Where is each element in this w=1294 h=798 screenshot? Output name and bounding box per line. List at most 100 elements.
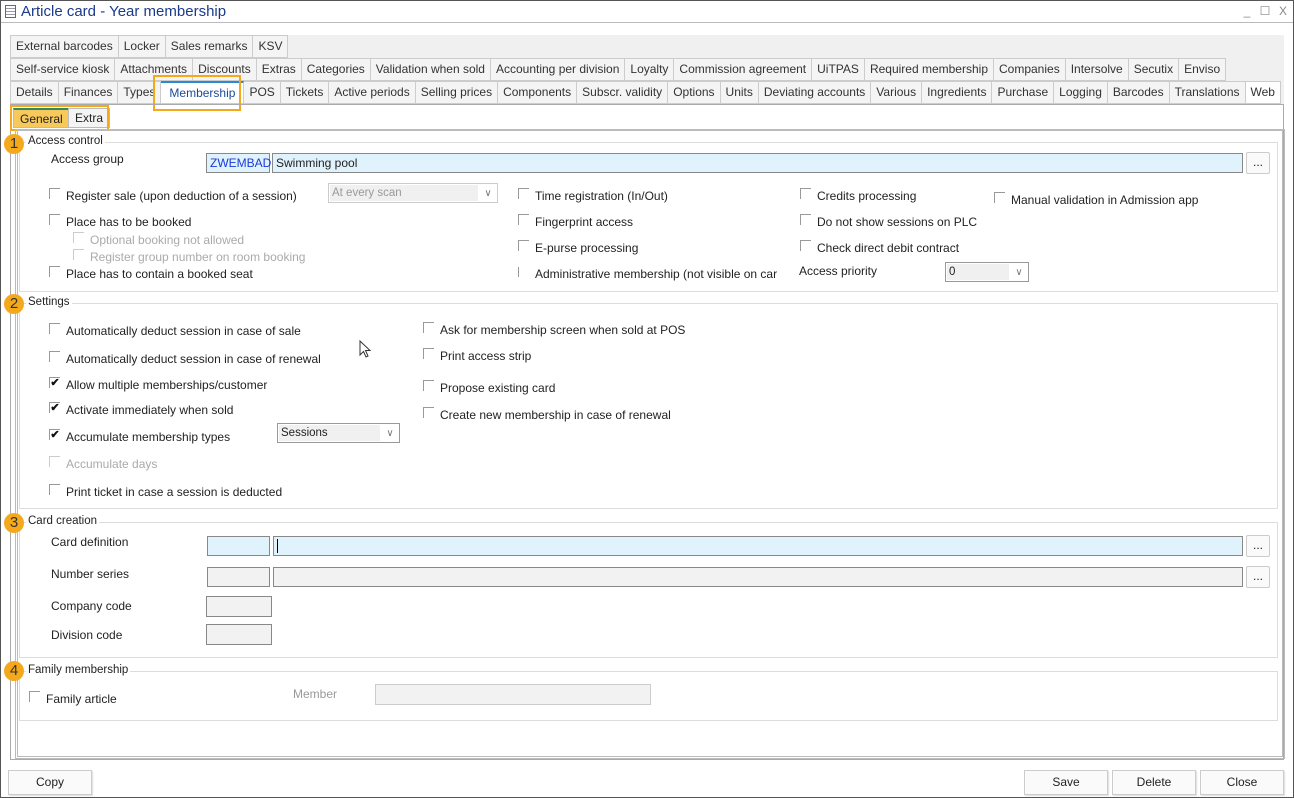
tab-deviating-accounts[interactable]: Deviating accounts (758, 81, 872, 104)
tab-logging[interactable]: Logging (1054, 81, 1108, 104)
tab-ingredients[interactable]: Ingredients (922, 81, 993, 104)
family-membership-title: Family membership (26, 664, 131, 676)
tab-purchase[interactable]: Purchase (992, 81, 1055, 104)
tab-sales-remarks[interactable]: Sales remarks (165, 35, 254, 58)
accumulate-types-select[interactable]: Sessions ∨ (277, 423, 400, 443)
access-priority-select[interactable]: 0 ∨ (945, 262, 1029, 282)
tab-accounting-per-division[interactable]: Accounting per division (490, 58, 626, 81)
no-sessions-plc-checkbox[interactable]: Do not show sessions on PLC (800, 213, 977, 229)
family-article-checkbox[interactable]: Family article (29, 690, 117, 706)
checkbox-icon (423, 347, 434, 359)
member-input (375, 684, 651, 705)
tab-finances[interactable]: Finances (58, 81, 119, 104)
checkbox-icon (49, 213, 60, 225)
tab-barcodes[interactable]: Barcodes (1107, 81, 1170, 104)
maximize-button[interactable]: ☐ (1257, 4, 1273, 18)
tab-active-periods[interactable]: Active periods (329, 81, 416, 104)
card-definition-name-input[interactable] (273, 536, 1243, 556)
accumulate-types-checkbox[interactable]: ✔ Accumulate membership types (49, 428, 230, 444)
print-ticket-checkbox[interactable]: Print ticket in case a session is deduct… (49, 483, 282, 499)
checkbox-icon (49, 322, 60, 334)
division-code-input[interactable] (206, 624, 272, 645)
access-priority-label: Access priority (799, 264, 878, 278)
allow-multiple-checkbox[interactable]: ✔ Allow multiple memberships/customer (49, 376, 268, 392)
tab-required-membership[interactable]: Required membership (864, 58, 994, 81)
company-code-label: Company code (51, 599, 132, 613)
checkbox-label: Register sale (upon deduction of a sessi… (66, 189, 297, 203)
direct-debit-checkbox[interactable]: Check direct debit contract (800, 239, 959, 255)
tab-details[interactable]: Details (10, 81, 59, 104)
card-definition-browse-button[interactable]: ... (1246, 535, 1270, 557)
copy-button[interactable]: Copy (8, 770, 92, 795)
tab-web[interactable]: Web (1245, 81, 1281, 104)
checkbox-label: Allow multiple memberships/customer (66, 378, 268, 392)
time-registration-checkbox[interactable]: Time registration (In/Out) (518, 187, 668, 203)
print-strip-checkbox[interactable]: Print access strip (423, 347, 531, 363)
subtab-highlight (10, 105, 109, 131)
tab-loyalty[interactable]: Loyalty (625, 58, 675, 81)
tab-external-barcodes[interactable]: External barcodes (10, 35, 119, 58)
administrative-checkbox[interactable]: Administrative membership (not visible o… (518, 267, 798, 281)
checkbox-icon: ✔ (49, 401, 60, 414)
ask-screen-checkbox[interactable]: Ask for membership screen when sold at P… (423, 321, 685, 337)
tab-commission-agreement[interactable]: Commission agreement (674, 58, 813, 81)
register-sale-select[interactable]: At every scan ∨ (328, 183, 498, 203)
checkbox-label: Automatically deduct session in case of … (66, 324, 301, 338)
tab-selling-prices[interactable]: Selling prices (415, 81, 499, 104)
window-title: Article card - Year membership (21, 3, 227, 20)
close-window-button[interactable]: X (1275, 4, 1291, 18)
tab-uitpas[interactable]: UiTPAS (812, 58, 865, 81)
tab-extras[interactable]: Extras (256, 58, 302, 81)
checkbox-icon (49, 455, 60, 467)
minimize-button[interactable]: _ (1239, 4, 1255, 18)
register-sale-checkbox[interactable]: Register sale (upon deduction of a sessi… (49, 187, 297, 203)
propose-card-checkbox[interactable]: Propose existing card (423, 379, 555, 395)
tab-self-service-kiosk[interactable]: Self-service kiosk (10, 58, 116, 81)
tab-secutix[interactable]: Secutix (1128, 58, 1180, 81)
tab-tickets[interactable]: Tickets (280, 81, 330, 104)
tab-locker[interactable]: Locker (118, 35, 166, 58)
checkbox-label: Place has to be booked (66, 215, 192, 229)
tab-components[interactable]: Components (498, 81, 578, 104)
fingerprint-checkbox[interactable]: Fingerprint access (518, 213, 633, 229)
tab-categories[interactable]: Categories (301, 58, 371, 81)
checkbox-icon (423, 406, 434, 418)
tab-row-1: External barcodes Locker Sales remarks KSV (10, 35, 289, 58)
access-group-code-input[interactable]: ZWEMBAD (206, 153, 271, 173)
access-group-name-input[interactable]: Swimming pool (272, 153, 1243, 173)
tab-pos[interactable]: POS (244, 81, 281, 104)
access-group-browse-button[interactable]: ... (1246, 152, 1270, 174)
card-definition-code-input[interactable] (207, 536, 270, 556)
save-button[interactable]: Save (1024, 770, 1108, 795)
tab-translations[interactable]: Translations (1169, 81, 1246, 104)
tab-units[interactable]: Units (720, 81, 759, 104)
company-code-input[interactable] (206, 596, 272, 617)
tab-validation-when-sold[interactable]: Validation when sold (370, 58, 491, 81)
tab-subscr-validity[interactable]: Subscr. validity (577, 81, 669, 104)
checkbox-label: Administrative membership (not visible o… (535, 267, 778, 281)
manual-validation-checkbox[interactable]: Manual validation in Admission app (994, 191, 1198, 207)
tab-various[interactable]: Various (871, 81, 923, 104)
credits-checkbox[interactable]: Credits processing (800, 187, 916, 203)
tab-ksv[interactable]: KSV (253, 35, 289, 58)
number-series-name-input[interactable] (273, 567, 1243, 587)
auto-deduct-sale-checkbox[interactable]: Automatically deduct session in case of … (49, 322, 301, 338)
tab-intersolve[interactable]: Intersolve (1065, 58, 1129, 81)
tab-enviso[interactable]: Enviso (1179, 58, 1227, 81)
number-series-code-input[interactable] (207, 567, 270, 587)
tab-companies[interactable]: Companies (994, 58, 1066, 81)
booked-seat-checkbox[interactable]: Place has to contain a booked seat (49, 265, 253, 281)
tab-options[interactable]: Options (668, 81, 721, 104)
activate-immediately-checkbox[interactable]: ✔ Activate immediately when sold (49, 401, 233, 417)
create-new-checkbox[interactable]: Create new membership in case of renewal (423, 406, 671, 422)
checkbox-icon (49, 483, 60, 495)
checkbox-icon (518, 239, 529, 251)
place-booked-checkbox[interactable]: Place has to be booked (49, 213, 192, 229)
close-button[interactable]: Close (1200, 770, 1284, 795)
checkbox-label: Automatically deduct session in case of … (66, 352, 321, 366)
auto-deduct-renewal-checkbox[interactable]: Automatically deduct session in case of … (49, 350, 321, 366)
number-series-browse-button[interactable]: ... (1246, 566, 1270, 588)
delete-button[interactable]: Delete (1112, 770, 1196, 795)
checkbox-icon (800, 239, 811, 251)
epurse-checkbox[interactable]: E-purse processing (518, 239, 638, 255)
